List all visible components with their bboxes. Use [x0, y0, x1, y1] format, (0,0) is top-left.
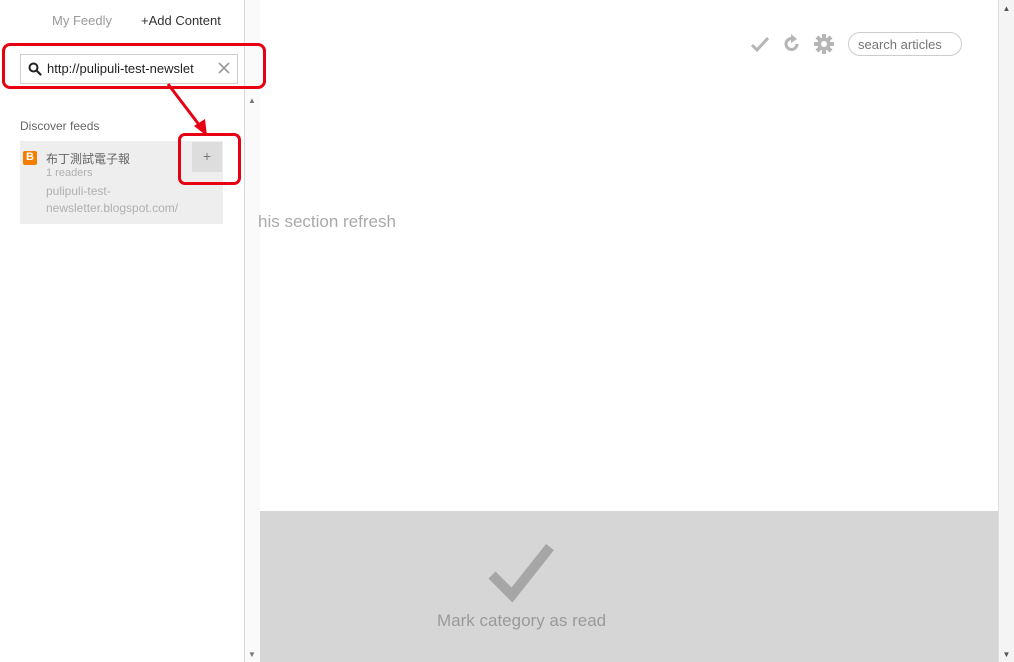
blogger-icon: B	[23, 151, 37, 165]
window-scroll-down-icon[interactable]: ▼	[1002, 650, 1011, 659]
big-check-icon	[488, 543, 554, 603]
section-message: his section refresh	[258, 212, 396, 231]
sidebar-scroll-up-icon[interactable]: ▲	[248, 97, 256, 105]
discover-feeds-title: Discover feeds	[20, 119, 100, 133]
mark-as-read-panel[interactable]: Mark category as read	[260, 511, 998, 662]
feed-url-line-2: newsletter.blogspot.com/	[46, 201, 179, 215]
window-scrollbar[interactable]: ▲ ▼	[998, 0, 1014, 662]
window-scroll-up-icon[interactable]: ▲	[1002, 4, 1011, 13]
annotation-arrow-icon	[166, 83, 207, 136]
feed-readers: 1 readers	[46, 167, 93, 179]
mark-category-read-label: Mark category as read	[437, 611, 607, 630]
sidebar-scroll-down-icon[interactable]: ▼	[248, 651, 256, 659]
search-articles-input[interactable]	[848, 32, 962, 56]
feed-name: 布丁測試電子報	[46, 152, 131, 166]
gear-icon[interactable]	[813, 33, 835, 55]
feedly-window: My Feedly +Add Content http://pulipuli-t…	[0, 0, 1014, 662]
feed-url: pulipuli-test- newsletter.blogspot.com/	[46, 183, 196, 217]
annotation-highlight-search	[2, 43, 266, 89]
main-content: his section refresh Mark category as rea…	[258, 0, 998, 662]
feed-url-line-1: pulipuli-test-	[46, 184, 111, 198]
nav-add-content[interactable]: +Add Content	[141, 13, 221, 28]
nav-my-feedly[interactable]: My Feedly	[52, 13, 112, 28]
refresh-icon[interactable]	[782, 34, 802, 54]
check-icon[interactable]	[750, 34, 770, 54]
